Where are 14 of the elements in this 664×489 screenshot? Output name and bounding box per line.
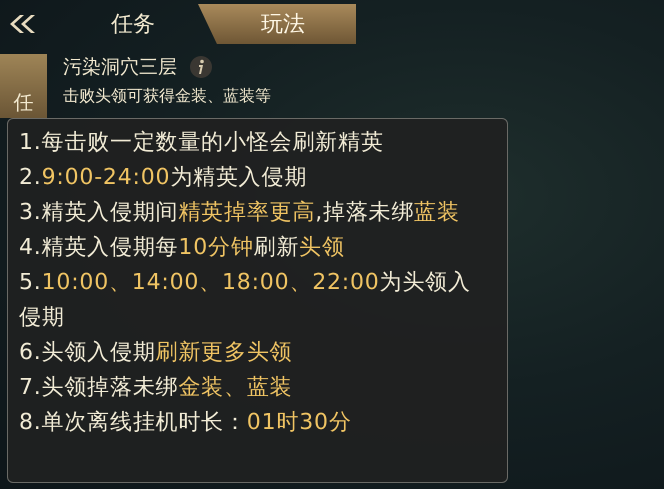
tooltip-line: 7.头领掉落未绑金装、蓝装 <box>19 374 294 402</box>
tooltip-line: 1.每击败一定数量的小怪会刷新精英 <box>19 129 385 157</box>
tooltip-line: 4.精英入侵期每10分钟刷新头领 <box>19 234 346 262</box>
tooltip-line: 2.9:00-24:00为精英入侵期 <box>19 164 308 192</box>
tab[interactable]: 玩法 <box>198 4 356 44</box>
side-tab[interactable]: 任 <box>0 54 47 118</box>
tooltip-line: 8.单次离线挂机时长：01时30分 <box>19 409 353 437</box>
dungeon-title: 污染洞穴三层 <box>63 55 177 80</box>
tooltip-line: 3.精英入侵期间精英掉率更高,掉落未绑蓝装 <box>19 199 461 227</box>
tooltip-line: 6.头领入侵期刷新更多头领 <box>19 339 294 367</box>
tooltip-line: 5.10:00、14:00、18:00、22:00为头领入侵期 <box>19 269 472 332</box>
info-icon[interactable] <box>189 55 213 79</box>
reward-description: 击败头领可获得金装、蓝装等 <box>63 86 271 107</box>
tab[interactable]: 任务 <box>90 4 176 44</box>
